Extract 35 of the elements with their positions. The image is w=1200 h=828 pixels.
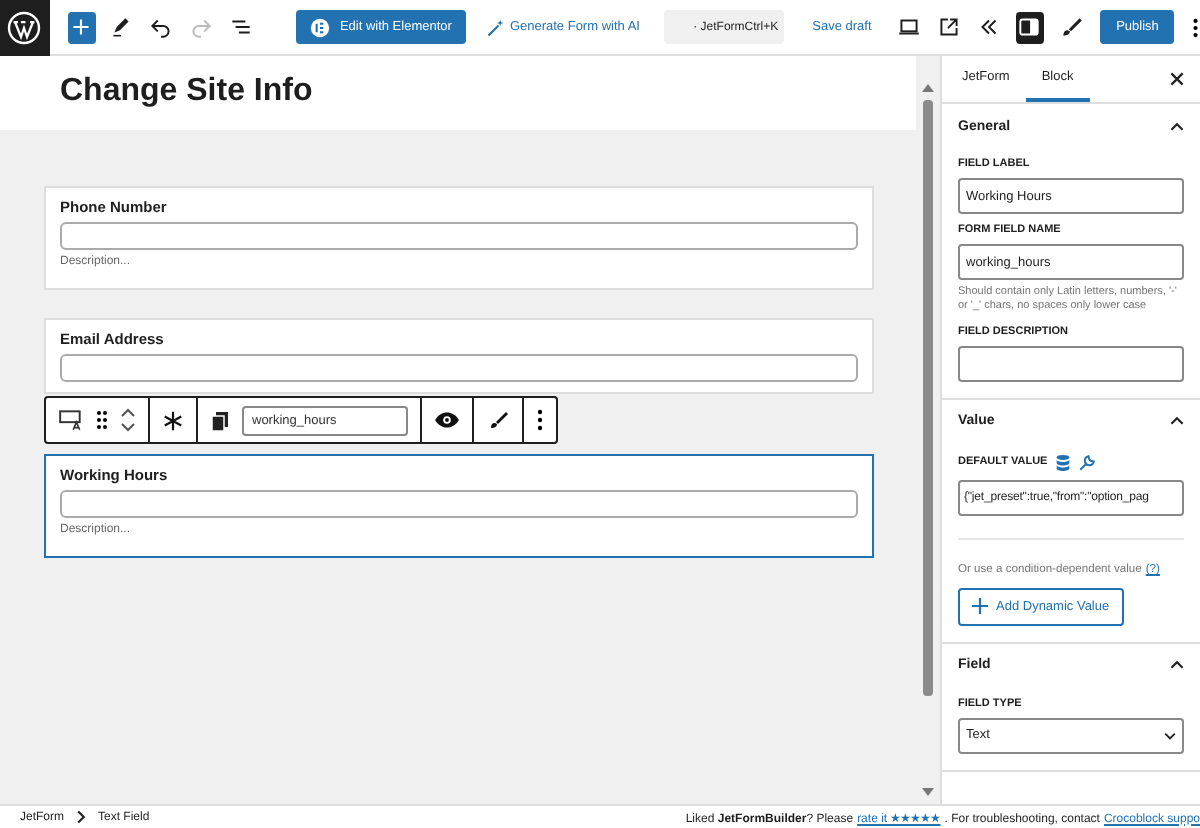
redo-icon — [188, 14, 215, 40]
text-input[interactable] — [60, 490, 858, 518]
elementor-icon — [309, 17, 330, 37]
laptop-icon — [896, 14, 923, 40]
plus-button[interactable] — [67, 11, 96, 43]
text-input[interactable] — [60, 222, 858, 250]
eye-icon[interactable] — [434, 410, 460, 430]
copy-icon[interactable] — [210, 409, 230, 431]
wordpress-logo[interactable] — [0, 0, 50, 55]
plus-icon — [68, 14, 95, 40]
asterisk-icon[interactable] — [162, 409, 184, 431]
sidebar-toggle-button[interactable] — [1015, 11, 1045, 43]
drag-handle-icon[interactable] — [96, 410, 108, 430]
chevron-right-icon — [76, 810, 87, 824]
more-options-icon[interactable] — [536, 408, 544, 432]
external-link-icon — [936, 14, 963, 40]
chevron-down-icon — [1164, 731, 1176, 740]
brush-icon[interactable] — [486, 408, 510, 432]
text-input[interactable] — [60, 354, 858, 382]
plus-icon — [972, 598, 988, 615]
text-input[interactable] — [958, 345, 1184, 382]
wrench-icon[interactable] — [1077, 453, 1096, 472]
close-icon[interactable] — [1170, 72, 1184, 86]
database-icon[interactable] — [1055, 453, 1070, 472]
undo-icon — [148, 14, 175, 40]
pen-icon — [108, 14, 135, 40]
page-title: Change Site Info — [60, 74, 315, 110]
scrollbar[interactable] — [916, 56, 940, 804]
move-arrows-icon[interactable] — [120, 406, 136, 434]
more-options-icon[interactable] — [1192, 15, 1200, 39]
wordpress-icon — [6, 9, 43, 45]
brush-icon — [1057, 14, 1084, 40]
block-type-icon[interactable] — [58, 408, 84, 432]
sidebar-toggle-icon — [1016, 14, 1043, 40]
magic-wand-icon — [485, 17, 506, 37]
